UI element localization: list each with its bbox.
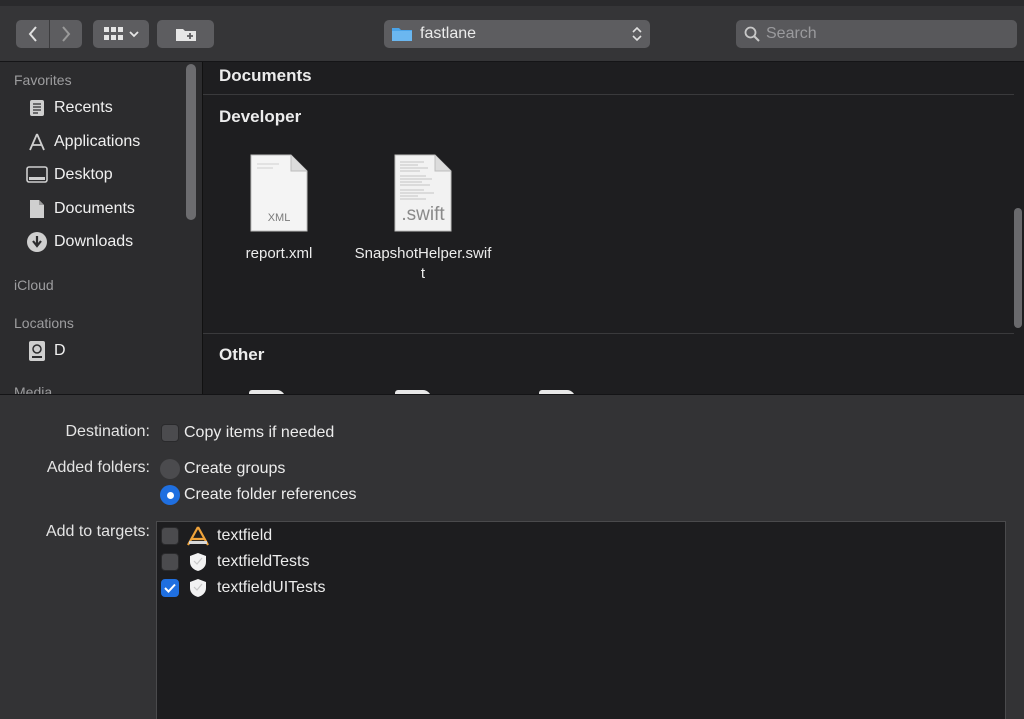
swift-file-icon: .swift: [393, 154, 453, 232]
sidebar-item-disk-d[interactable]: D: [26, 337, 66, 365]
section-divider: [203, 94, 1014, 95]
sidebar-header-media: Media: [14, 384, 53, 394]
file-type-badge: XML: [267, 212, 291, 224]
file-item-report-xml[interactable]: XML report.xml: [209, 154, 349, 264]
sidebar-item-desktop[interactable]: Desktop: [26, 161, 113, 189]
back-button[interactable]: [16, 20, 49, 48]
file-name: report.xml: [245, 245, 313, 262]
radio-selected-dot: [166, 491, 174, 499]
target-name: textfield: [217, 527, 273, 544]
search-input[interactable]: [766, 25, 1006, 43]
search-field[interactable]: [736, 20, 1017, 48]
added-folders-label: Added folders:: [46, 459, 150, 476]
app-target-icon: [187, 525, 209, 547]
sidebar-item-label: Desktop: [54, 166, 113, 183]
create-groups-radio[interactable]: [160, 459, 180, 479]
target-name: textfieldTests: [217, 553, 310, 570]
target-row-textfielduitests[interactable]: textfieldUITests: [161, 576, 325, 600]
chevron-down-icon: [128, 31, 139, 38]
desktop-icon: [26, 164, 48, 186]
sidebar-item-applications[interactable]: Applications: [26, 128, 140, 156]
updown-arrows-icon: [632, 26, 642, 42]
create-groups-label[interactable]: Create groups: [184, 460, 285, 478]
chevron-right-icon: [62, 26, 71, 42]
checkmark-icon: [164, 583, 176, 593]
sidebar-item-documents[interactable]: Documents: [26, 195, 135, 223]
test-target-icon: [187, 577, 209, 599]
folder-icon: [392, 28, 412, 41]
forward-button[interactable]: [49, 20, 82, 48]
chevron-left-icon: [28, 26, 37, 42]
path-folder-name: fastlane: [420, 25, 477, 42]
target-row-textfield[interactable]: textfield: [161, 524, 272, 548]
targets-list[interactable]: textfield textfieldTests textfieldUITest…: [156, 521, 1006, 719]
search-icon: [744, 26, 760, 42]
sidebar-scrollbar[interactable]: [186, 64, 196, 220]
sidebar-header-favorites: Favorites: [14, 72, 72, 88]
copy-items-label[interactable]: Copy items if needed: [184, 424, 334, 442]
new-folder-button[interactable]: [157, 20, 214, 48]
file-name: SnapshotHelper.swift: [354, 245, 492, 282]
downloads-icon: [26, 231, 48, 253]
sidebar-header-icloud: iCloud: [14, 277, 54, 293]
sidebar-item-label: Downloads: [54, 233, 134, 250]
section-header-developer: Developer: [219, 107, 302, 126]
section-divider: [203, 333, 1014, 334]
destination-label: Destination:: [65, 423, 151, 440]
sidebar-item-label: Documents: [54, 200, 135, 217]
file-browser-content: Documents Developer XML report.xml .swif…: [203, 62, 1024, 394]
add-to-targets-label: Add to targets:: [45, 523, 150, 540]
target-row-textfieldtests[interactable]: textfieldTests: [161, 550, 309, 574]
target-checkbox[interactable]: [161, 553, 179, 571]
sidebar-item-downloads[interactable]: Downloads: [26, 228, 133, 256]
grid-view-icon: [103, 27, 123, 40]
content-scrollbar[interactable]: [1014, 208, 1022, 328]
xml-file-icon: XML: [249, 154, 309, 232]
disk-icon: [26, 340, 48, 362]
create-folder-references-radio[interactable]: [160, 485, 180, 505]
applications-icon: [26, 131, 48, 153]
toolbar: fastlane: [0, 0, 1024, 62]
copy-items-checkbox[interactable]: [161, 424, 179, 442]
test-target-icon: [187, 551, 209, 573]
sidebar-item-recents[interactable]: Recents: [26, 94, 113, 122]
section-header-documents: Documents: [219, 66, 312, 85]
target-checkbox[interactable]: [161, 527, 179, 545]
target-name: textfieldUITests: [217, 579, 326, 596]
sidebar-item-label: D: [54, 342, 66, 359]
add-files-options-panel: Destination: Copy items if needed Added …: [0, 394, 1024, 719]
create-folder-references-label[interactable]: Create folder references: [184, 486, 357, 504]
section-header-other: Other: [219, 345, 265, 364]
file-type-badge: .swift: [401, 204, 445, 225]
sidebar-header-locations: Locations: [14, 315, 74, 331]
sidebar-item-label: Recents: [54, 99, 113, 116]
documents-icon: [26, 198, 48, 220]
new-folder-icon: [175, 29, 196, 41]
sidebar: Favorites Recents Applications Desktop D…: [0, 62, 202, 394]
view-options-button[interactable]: [93, 20, 149, 48]
target-checkbox[interactable]: [161, 579, 179, 597]
navigation-group: [16, 20, 82, 48]
sidebar-item-label: Applications: [54, 133, 141, 150]
file-item-snapshothelper-swift[interactable]: .swift SnapshotHelper.swift: [353, 154, 493, 284]
recents-icon: [26, 97, 48, 119]
path-popup-button[interactable]: fastlane: [384, 20, 650, 48]
